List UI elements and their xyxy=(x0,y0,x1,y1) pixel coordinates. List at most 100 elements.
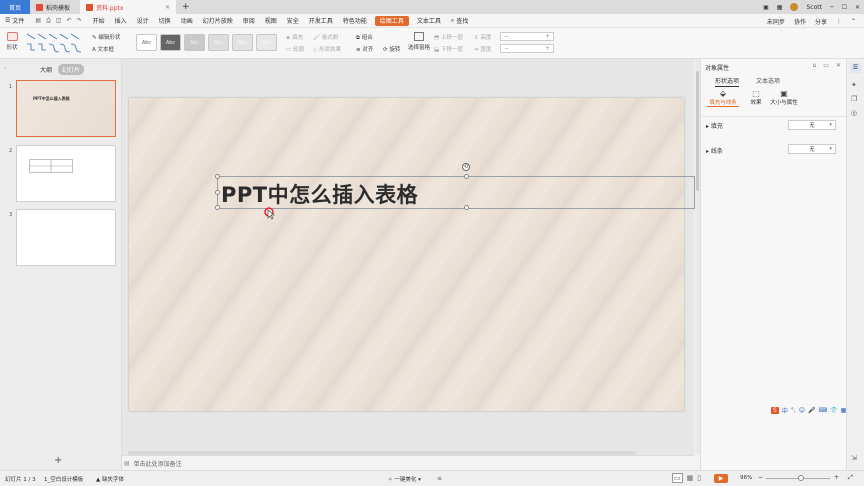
notes-toggle-icon[interactable]: ≡ xyxy=(437,475,442,482)
resize-handle[interactable] xyxy=(215,174,220,179)
tab-docer[interactable]: 稻壳模板 xyxy=(30,0,80,14)
tab-home[interactable]: 首页 xyxy=(0,0,30,14)
tab-document[interactable]: 资料.pptx ✕ xyxy=(80,0,176,14)
undo-icon[interactable]: ↶ xyxy=(67,17,72,24)
tab-shape-options[interactable]: 形状选项 xyxy=(715,76,740,87)
rotate-handle-icon[interactable]: ⟲ xyxy=(462,163,470,171)
menu-design[interactable]: 设计 xyxy=(132,14,154,28)
resize-handle[interactable] xyxy=(464,205,469,210)
up-layer-button[interactable]: ⬒ 上移一层 xyxy=(434,33,463,41)
line-section-toggle[interactable]: ▸ 线条 xyxy=(706,146,723,155)
ime-lang-icon[interactable]: 中 xyxy=(782,406,788,415)
ime-emoji-icon[interactable]: ☺ xyxy=(799,407,805,414)
zoom-in-button[interactable]: + xyxy=(834,474,839,481)
menu-review[interactable]: 审阅 xyxy=(238,14,260,28)
edit-shape-button[interactable]: ✎ 编辑形状 xyxy=(92,33,120,41)
align-button[interactable]: ≡ 对齐 xyxy=(356,45,373,53)
redo-icon[interactable]: ↷ xyxy=(77,17,82,24)
style-3[interactable]: Abc xyxy=(184,34,205,51)
menu-features[interactable]: 特色功能 xyxy=(338,14,372,28)
fill-button[interactable]: ◈ 填充 xyxy=(286,33,303,41)
menu-animation[interactable]: 动画 xyxy=(176,14,198,28)
layout-icon[interactable]: ▣ xyxy=(763,4,769,11)
collapse-ribbon-icon[interactable]: ⌃ xyxy=(851,18,856,25)
outline-tab[interactable]: 大纲 xyxy=(40,65,52,74)
collapse-panel-icon[interactable]: ‹ xyxy=(4,65,6,72)
style-5[interactable]: Abc xyxy=(232,34,253,51)
slide-title[interactable]: PPT中怎么插入表格 xyxy=(221,179,418,209)
more-icon[interactable]: ⋮ xyxy=(836,18,842,25)
collab-button[interactable]: 协作 xyxy=(794,17,806,26)
zoom-level[interactable]: 96% xyxy=(740,475,752,481)
slide-thumbnail-1[interactable]: PPT中怎么插入表格 xyxy=(16,80,116,137)
file-menu[interactable]: ☰ 文件 xyxy=(0,14,29,28)
ime-voice-icon[interactable]: 🎤 xyxy=(808,407,815,414)
ime-keyboard-icon[interactable]: ⌨ xyxy=(819,407,828,414)
subtab-effect[interactable]: ⬚ 效果 xyxy=(746,89,766,106)
sogou-ime-icon[interactable]: S xyxy=(771,407,779,414)
slides-tab[interactable]: 幻灯片 xyxy=(58,64,85,75)
zoom-out-button[interactable]: − xyxy=(758,474,763,481)
width-stepper[interactable]: − + xyxy=(500,44,554,53)
ime-punct-icon[interactable]: °, xyxy=(791,407,796,414)
height-stepper[interactable]: − + xyxy=(500,32,554,41)
select-pane-button[interactable]: 选择窗格 xyxy=(408,32,430,51)
sync-status[interactable]: 未同步 xyxy=(767,17,785,26)
reading-view-icon[interactable]: ▯ xyxy=(697,474,701,482)
outline-button[interactable]: ▭ 轮廓 xyxy=(286,45,304,53)
restore-icon[interactable]: ▭ xyxy=(823,62,829,69)
slide-thumbnail-3[interactable] xyxy=(16,209,116,266)
print-icon[interactable]: ⎙ xyxy=(46,17,51,25)
search-button[interactable]: ⌕ 查找 xyxy=(446,14,473,28)
vertical-scroll-thumb[interactable] xyxy=(696,71,699,191)
sorter-view-icon[interactable]: ▦ xyxy=(687,474,694,482)
text-box-button[interactable]: A 文本框 xyxy=(92,45,114,53)
menu-developer[interactable]: 开发工具 xyxy=(304,14,338,28)
maximize-icon[interactable]: ☐ xyxy=(842,4,847,11)
zoom-slider-thumb[interactable] xyxy=(798,475,804,481)
shape-gallery[interactable] xyxy=(25,31,85,53)
new-tab-button[interactable]: + xyxy=(176,0,196,14)
shape-button[interactable]: 形状 xyxy=(5,32,19,52)
menu-drawing-tools[interactable]: 绘图工具 xyxy=(374,15,409,26)
beautify-button[interactable]: ✧ 一键美化 ▾ xyxy=(388,475,421,483)
fit-window-icon[interactable]: ⤢ xyxy=(848,474,853,482)
close-panel-icon[interactable]: ✕ xyxy=(836,62,841,69)
add-slide-button[interactable]: + xyxy=(54,455,62,466)
menu-view[interactable]: 视图 xyxy=(260,14,282,28)
style-2[interactable]: Abc xyxy=(160,34,181,51)
slide-thumbnail-2[interactable] xyxy=(16,145,116,202)
pin-panel-icon[interactable]: ⇲ xyxy=(851,454,857,462)
menu-slideshow[interactable]: 幻灯片放映 xyxy=(198,14,238,28)
down-layer-button[interactable]: ⬓ 下移一层 xyxy=(434,45,463,53)
resize-handle[interactable] xyxy=(464,174,469,179)
rotate-button[interactable]: ⟳ 旋转 xyxy=(383,45,400,53)
shape-effect-button[interactable]: ◇ 形状效果 xyxy=(313,45,341,53)
clipboard-icon[interactable]: ❐ xyxy=(851,95,857,103)
avatar[interactable] xyxy=(790,3,799,11)
fill-section-toggle[interactable]: ▸ 填充 xyxy=(706,121,723,130)
missing-font-button[interactable]: ▲ 缺失字体 xyxy=(96,475,124,483)
menu-security[interactable]: 安全 xyxy=(282,14,304,28)
slide[interactable] xyxy=(129,98,684,411)
template-name[interactable]: 1_空白设计模板 xyxy=(44,475,83,483)
resize-handle[interactable] xyxy=(215,205,220,210)
save-icon[interactable]: ▤ xyxy=(35,17,41,24)
menu-text-tools[interactable]: 文本工具 xyxy=(412,14,446,28)
pin-icon[interactable]: ⌂ xyxy=(812,62,816,69)
subtab-size-props[interactable]: ▣ 大小与属性 xyxy=(769,89,799,106)
line-dropdown[interactable]: 无 ▾ xyxy=(788,144,836,154)
design-icon[interactable]: ✦ xyxy=(851,81,857,89)
title-textbox[interactable]: PPT中怎么插入表格 ⟲ xyxy=(215,163,695,210)
style-1[interactable]: Abc xyxy=(136,34,157,51)
apps-icon[interactable]: ▦ xyxy=(777,4,783,11)
share-button[interactable]: 分享 xyxy=(815,17,827,26)
resize-handle[interactable] xyxy=(215,190,220,195)
help-icon[interactable]: ◎ xyxy=(851,109,857,117)
minimize-icon[interactable]: ─ xyxy=(830,4,834,11)
menu-transition[interactable]: 切换 xyxy=(154,14,176,28)
combine-button[interactable]: ⧉ 组合 xyxy=(356,33,373,42)
play-slideshow-button[interactable]: ▶ xyxy=(714,474,728,483)
format-painter-button[interactable]: 🖌 格式刷 xyxy=(313,33,338,41)
menu-insert[interactable]: 插入 xyxy=(110,14,132,28)
